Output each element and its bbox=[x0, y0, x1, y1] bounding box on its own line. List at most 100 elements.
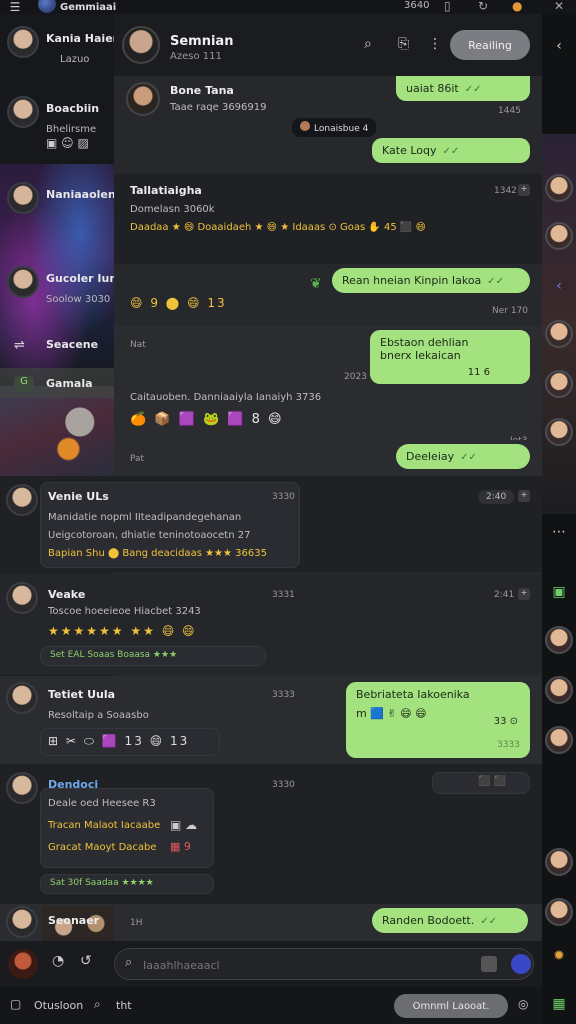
message-time: 2:41 bbox=[494, 590, 515, 600]
contact-avatar[interactable] bbox=[545, 174, 573, 202]
more-icon[interactable]: ⋯ bbox=[542, 524, 576, 540]
collapse-icon[interactable]: ‹ bbox=[542, 38, 576, 54]
contact-avatar[interactable] bbox=[545, 898, 573, 926]
contact-avatar[interactable] bbox=[122, 26, 160, 64]
refresh-icon[interactable]: ↺ bbox=[80, 953, 92, 969]
timer-icon[interactable]: ◔ bbox=[52, 953, 64, 969]
chat-list-item-active[interactable]: G Gamala bbox=[0, 368, 114, 398]
outgoing-message[interactable]: Bebriateta Iakoenika m 🟦 ✌ 😄 😄 33 ⊙ 3333 bbox=[346, 682, 530, 758]
contact-avatar[interactable] bbox=[545, 726, 573, 754]
outgoing-message[interactable]: uaiat 86it ✓✓ bbox=[396, 76, 530, 101]
add-icon[interactable]: + bbox=[518, 184, 530, 196]
chat-list-item[interactable]: Kania Haier Lazuo bbox=[0, 14, 114, 90]
message-input[interactable] bbox=[143, 955, 483, 975]
status-icon[interactable]: ▣ bbox=[542, 584, 576, 600]
profile-icon[interactable]: ● bbox=[512, 0, 522, 13]
mention-chip[interactable]: Lonaisbue 4 bbox=[292, 118, 377, 137]
avatar[interactable] bbox=[6, 906, 38, 938]
message-section: ❦ Rean hneian Kinpin Iakoa ✓✓ 😄 9 ⬤ 😄 13 … bbox=[114, 264, 542, 326]
message-text: Kate Loqy bbox=[382, 144, 437, 157]
avatar bbox=[7, 266, 39, 298]
contact-avatar[interactable] bbox=[545, 320, 573, 348]
sticker-icons: ▣ ☁ bbox=[170, 818, 198, 832]
attachment-icon[interactable] bbox=[481, 956, 497, 972]
sticker-icons: ▦ 9 bbox=[170, 840, 191, 853]
message-time: 1445 bbox=[498, 106, 521, 116]
badge-icon: G bbox=[14, 376, 34, 392]
avatar[interactable] bbox=[126, 82, 160, 116]
flame-icon[interactable]: ✹ bbox=[542, 948, 576, 964]
message-section: Pat Deeleiay ✓✓ bbox=[114, 440, 542, 476]
mention-label: Lonaisbue 4 bbox=[314, 124, 369, 134]
message-text: Taae raqe 3696919 bbox=[170, 102, 267, 113]
send-icon[interactable] bbox=[511, 954, 531, 974]
avatar[interactable] bbox=[6, 484, 38, 516]
avatar[interactable] bbox=[6, 582, 38, 614]
avatar[interactable] bbox=[6, 682, 38, 714]
my-avatar[interactable] bbox=[8, 949, 38, 979]
search-icon: ⌕ bbox=[125, 955, 133, 970]
contact-avatar[interactable] bbox=[545, 676, 573, 704]
footer-label: Otusloon bbox=[34, 999, 84, 1012]
chat-list-item[interactable]: Boacbiin Bhelirsme ▣ ☺ ▨ bbox=[0, 84, 114, 160]
media-icons: ▣ ☺ ▨ bbox=[46, 136, 89, 150]
add-icon[interactable]: + bbox=[518, 588, 530, 600]
message-time: 1342 bbox=[494, 186, 517, 196]
outgoing-message[interactable]: Kate Loqy ✓✓ bbox=[372, 138, 530, 163]
reaction-text: Sat 30f Saadaa ★★★★ bbox=[50, 878, 154, 888]
message-text: Gracat Maoyt Dacabe bbox=[48, 842, 157, 853]
chat-list-item[interactable]: ⇌ Seacene bbox=[0, 326, 114, 366]
contact-avatar[interactable] bbox=[545, 222, 573, 250]
media-icons: ⬛ ⬛ bbox=[478, 776, 507, 787]
message-time: 2023 bbox=[344, 372, 367, 382]
sticker-line: 🍊 📦 🟪 🐸 🟪 8 😄 bbox=[130, 412, 284, 427]
hamburger-menu-icon[interactable]: ☰ bbox=[6, 0, 24, 14]
message-row: Seonaer 1H Randen Bodoett. ✓✓ bbox=[0, 904, 542, 941]
reply-button[interactable]: Reailing bbox=[450, 30, 530, 60]
message-time: 3330 bbox=[272, 780, 295, 790]
chat-list-item[interactable]: Naniaaolen bbox=[0, 170, 114, 246]
add-icon[interactable]: + bbox=[518, 490, 530, 502]
read-receipt-icon: ✓✓ bbox=[464, 84, 482, 95]
message-text: Bebriateta Iakoenika bbox=[356, 688, 470, 701]
apps-icon[interactable]: ▦ bbox=[542, 996, 576, 1012]
back-icon[interactable]: ‹ bbox=[542, 278, 576, 294]
message-time: 3333 bbox=[272, 690, 295, 700]
message-time: 3333 bbox=[497, 740, 520, 750]
outgoing-message[interactable]: Deeleiay ✓✓ bbox=[396, 444, 530, 469]
footer-action-button[interactable]: Omnml Laooat. bbox=[394, 994, 508, 1018]
outgoing-message[interactable]: Ebstaon dehlian bnerx Iekaican 11 6 bbox=[370, 330, 530, 384]
search-icon[interactable]: ⌕ bbox=[364, 36, 372, 52]
more-options-icon[interactable]: ⋮ bbox=[428, 36, 442, 52]
chat-list-item[interactable]: Gucoler Iun Soolow 3030 bbox=[0, 254, 114, 330]
contact-avatar[interactable] bbox=[545, 370, 573, 398]
leaf-icon: ❦ bbox=[310, 276, 322, 292]
contact-avatar[interactable] bbox=[545, 418, 573, 446]
attachment-icons: ⊞ ✂ ⬭ 🟪 13 😄 13 bbox=[48, 734, 190, 748]
app-title: Gemmiaai bbox=[60, 1, 117, 13]
message-text: bnerx Iekaican bbox=[380, 349, 461, 362]
title-bar: ☰ Gemmiaai 3640 ▯ ↻ ● ✕ bbox=[0, 0, 576, 14]
contact-avatar[interactable] bbox=[545, 626, 573, 654]
close-icon[interactable]: ✕ bbox=[554, 0, 564, 13]
chat-name: Gucoler Iun bbox=[46, 272, 114, 285]
attach-icon[interactable]: ⎘ bbox=[398, 36, 409, 52]
message-meta: 11 6 bbox=[467, 367, 490, 378]
time-pill: 2:40 bbox=[478, 490, 515, 504]
message-time: Ner 170 bbox=[492, 306, 529, 316]
avatar[interactable] bbox=[6, 772, 38, 804]
contact-avatar[interactable] bbox=[545, 848, 573, 876]
outgoing-message[interactable]: Rean hneian Kinpin Iakoa ✓✓ bbox=[332, 268, 530, 293]
read-receipt-icon: ✓✓ bbox=[442, 146, 460, 157]
window-icon[interactable]: ▢ bbox=[10, 997, 21, 1011]
refresh-icon[interactable]: ↻ bbox=[478, 0, 488, 13]
message-text: Ebstaon dehlian bbox=[380, 336, 469, 349]
app-window: ☰ Gemmiaai 3640 ▯ ↻ ● ✕ Kania Haier Lazu… bbox=[0, 0, 576, 1024]
chat-name: Boacbiin bbox=[46, 102, 100, 115]
search-icon[interactable]: ⌕ bbox=[94, 997, 101, 1012]
sender-name: Tallatiaigha bbox=[130, 184, 202, 197]
settings-icon[interactable]: ◎ bbox=[518, 997, 528, 1011]
contact-name: Semnian bbox=[170, 34, 234, 49]
outgoing-message[interactable]: Randen Bodoett. ✓✓ bbox=[372, 908, 528, 933]
window-icon[interactable]: ▯ bbox=[444, 0, 451, 13]
